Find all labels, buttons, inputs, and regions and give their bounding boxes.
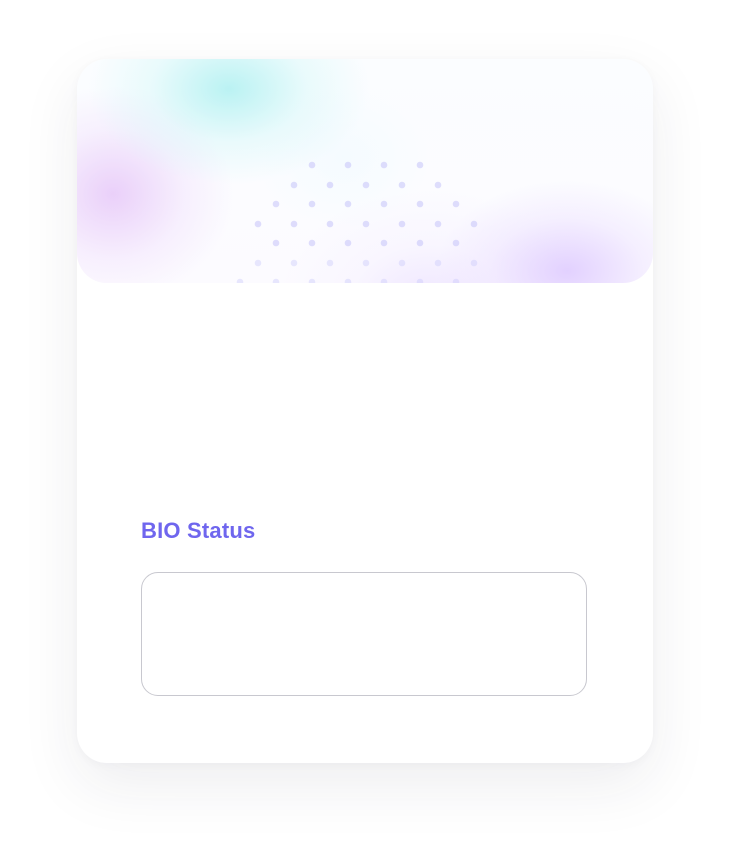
dot-grid-dot	[326, 220, 334, 228]
dot-grid-dot	[380, 161, 388, 169]
dot-grid-dot	[398, 220, 406, 228]
dot-grid-dot	[290, 220, 298, 228]
dot-grid-dot	[344, 200, 352, 208]
dot-grid-dot	[344, 161, 352, 169]
dot-grid-dot	[416, 200, 424, 208]
bio-status-card: BIO Status	[77, 59, 653, 763]
dot-grid-dot	[416, 239, 424, 247]
dot-grid-icon	[236, 161, 478, 283]
dot-grid-dot	[380, 200, 388, 208]
dot-grid-dot	[380, 239, 388, 247]
bio-status-section: BIO Status	[141, 517, 589, 696]
dot-grid-dot	[362, 259, 370, 267]
dot-grid-dot	[380, 278, 388, 283]
bio-status-input[interactable]	[141, 572, 587, 696]
dot-grid-dot	[272, 239, 280, 247]
dot-grid-dot	[398, 181, 406, 189]
dot-grid-dot	[452, 278, 460, 283]
dot-grid-dot	[326, 259, 334, 267]
dot-grid-dot	[452, 239, 460, 247]
dot-grid-dot	[398, 259, 406, 267]
dot-grid-dot	[416, 278, 424, 283]
dot-grid-dot	[434, 259, 442, 267]
dot-grid-dot	[434, 181, 442, 189]
dot-grid-dot	[308, 161, 316, 169]
dot-grid-dot	[416, 161, 424, 169]
dot-grid-dot	[362, 181, 370, 189]
dot-grid-dot	[344, 278, 352, 283]
dot-grid-dot	[236, 278, 244, 283]
dot-grid-dot	[308, 200, 316, 208]
dot-grid-dot	[362, 220, 370, 228]
dot-grid-dot	[290, 259, 298, 267]
decorative-gradient-banner	[77, 59, 653, 283]
dot-grid-dot	[470, 259, 478, 267]
dot-grid-dot	[254, 259, 262, 267]
dot-grid-dot	[254, 220, 262, 228]
page-canvas: BIO Status	[0, 0, 738, 866]
dot-grid-dot	[470, 220, 478, 228]
dot-grid-dot	[326, 181, 334, 189]
dot-grid-dot	[272, 200, 280, 208]
dot-grid-dot	[272, 278, 280, 283]
dot-grid-dot	[308, 278, 316, 283]
dot-grid-dot	[290, 181, 298, 189]
bio-status-title: BIO Status	[141, 518, 256, 543]
dot-grid-dot	[308, 239, 316, 247]
dot-grid-dot	[434, 220, 442, 228]
dot-grid-dot	[344, 239, 352, 247]
dot-grid-dot	[452, 200, 460, 208]
